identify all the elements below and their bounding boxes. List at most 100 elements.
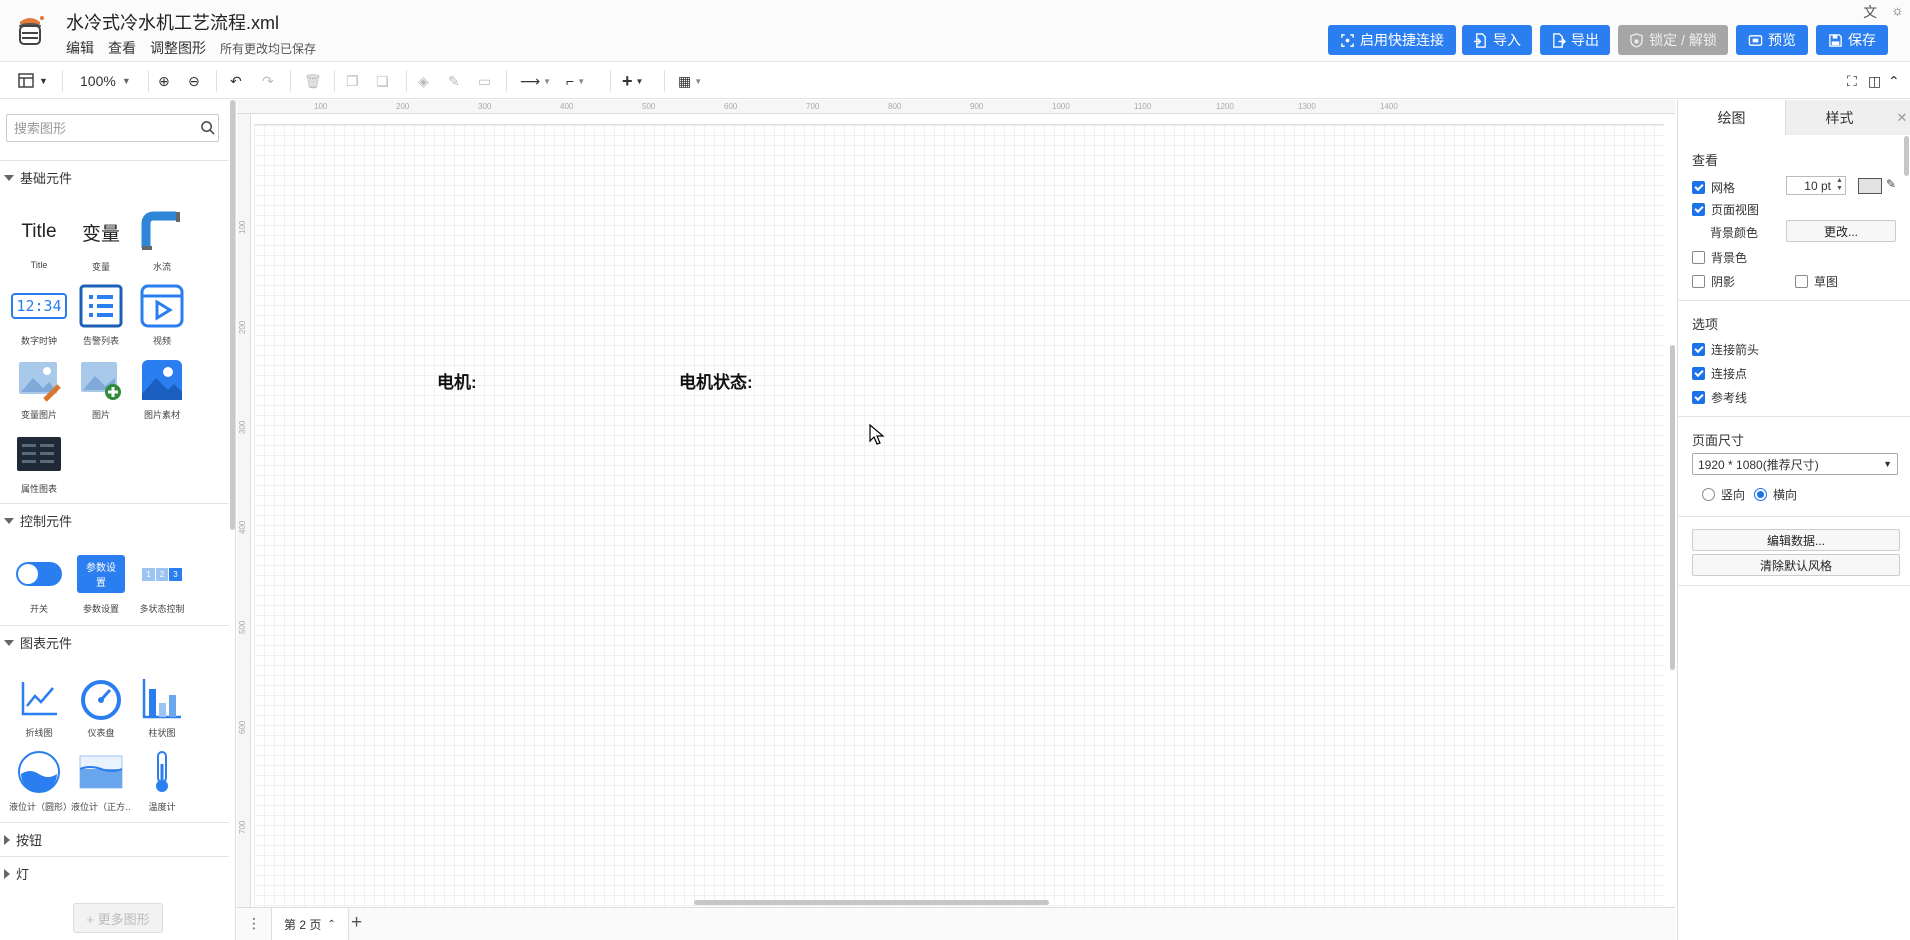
sidebar-scrollbar[interactable] — [230, 100, 235, 530]
page-view-option[interactable]: 页面视图 — [1692, 201, 1759, 218]
tab-diagram[interactable]: 绘图 — [1678, 100, 1785, 135]
diagram-canvas[interactable]: 100 200 300 400 500 600 700 800 900 1000 1100 1200 1… — [237, 100, 1675, 907]
theme-icon[interactable]: ☼ — [1891, 2, 1904, 22]
delete-button[interactable]: 🗑 — [304, 70, 322, 92]
redo-button[interactable]: ↷ — [262, 70, 274, 92]
grid-color-swatch[interactable] — [1858, 178, 1882, 194]
waypoints-button[interactable]: ⌐ ▼ — [566, 70, 585, 92]
background-option[interactable]: 背景色 — [1692, 249, 1747, 266]
connect-points-option[interactable]: 连接点 — [1692, 365, 1747, 382]
export-button[interactable]: 导出 — [1540, 25, 1610, 55]
quick-connect-button[interactable]: 启用快捷连接 — [1328, 25, 1456, 55]
tab-style[interactable]: 样式 — [1785, 100, 1893, 135]
background-checkbox[interactable] — [1692, 251, 1705, 264]
text-motor-label[interactable]: 电机: — [437, 368, 477, 393]
search-input[interactable] — [6, 114, 219, 142]
translate-icon[interactable]: 文 — [1863, 2, 1877, 22]
grid-checkbox[interactable] — [1692, 181, 1705, 194]
shadow-checkbox[interactable] — [1692, 275, 1705, 288]
shape-property-chart[interactable]: 属性图表 — [9, 430, 69, 495]
preview-button[interactable]: 预览 — [1736, 25, 1808, 55]
close-icon[interactable]: ✕ — [1893, 100, 1910, 135]
connect-points-checkbox[interactable] — [1692, 367, 1705, 380]
connect-arrows-option[interactable]: 连接箭头 — [1692, 341, 1759, 358]
section-chart[interactable]: 图表元件 — [0, 625, 229, 659]
shape-variable[interactable]: 变量 变量 — [71, 208, 131, 273]
landscape-radio[interactable] — [1754, 488, 1767, 501]
to-back-button[interactable]: ❏ — [376, 70, 389, 92]
page-tab-current[interactable]: 第 2 页 ⌃ — [271, 908, 349, 940]
section-light[interactable]: 灯 — [0, 856, 229, 890]
shape-variable-image[interactable]: 变量图片 — [9, 356, 69, 421]
shape-thermometer[interactable]: 温度计 — [132, 748, 192, 813]
search-icon[interactable] — [200, 120, 215, 135]
portrait-option[interactable]: 竖向 — [1702, 486, 1745, 503]
connect-arrows-checkbox[interactable] — [1692, 343, 1705, 356]
grid-option[interactable]: 网格 — [1692, 179, 1735, 196]
format-button[interactable]: ◫ — [1868, 70, 1881, 92]
text-motor-status-label[interactable]: 电机状态: — [679, 368, 753, 393]
shape-image-asset[interactable]: 图片素材 — [132, 356, 192, 421]
file-title[interactable]: 水冷式冷水机工艺流程.xml — [66, 9, 279, 35]
shape-level-circle[interactable]: 液位计（圆形） — [9, 748, 69, 813]
add-page-icon[interactable]: + — [351, 912, 362, 934]
shape-gauge[interactable]: 仪表盘 — [71, 674, 131, 739]
format-panel-toggle[interactable]: ▼ — [18, 70, 48, 92]
shape-level-square[interactable]: 液位计（正方… — [71, 748, 131, 813]
section-basic[interactable]: 基础元件 — [0, 160, 229, 194]
connection-button[interactable]: ⟶ ▼ — [520, 70, 551, 92]
canvas-grid[interactable] — [254, 125, 1664, 907]
zoom-select[interactable]: 100% ▼ — [80, 70, 131, 92]
pencil-icon[interactable]: ✎ — [1886, 177, 1896, 191]
menu-view[interactable]: 查看 — [108, 38, 136, 58]
insert-button[interactable]: + ▼ — [622, 70, 643, 92]
menu-edit[interactable]: 编辑 — [66, 38, 94, 58]
shape-switch[interactable]: 开关 — [9, 550, 69, 615]
shape-multi-state[interactable]: 1 2 3 多状态控制 — [132, 550, 192, 615]
section-control[interactable]: 控制元件 — [0, 503, 229, 537]
sketch-checkbox[interactable] — [1795, 275, 1808, 288]
page-view-checkbox[interactable] — [1692, 203, 1705, 216]
shape-digital-clock[interactable]: 12:34 数字时钟 — [9, 282, 69, 347]
line-color-button[interactable]: ✎ — [448, 70, 460, 92]
collapse-button[interactable]: ⌃ — [1888, 70, 1900, 92]
menu-arrange[interactable]: 调整图形 — [150, 38, 206, 58]
portrait-radio[interactable] — [1702, 488, 1715, 501]
fullscreen-button[interactable]: ⛶ — [1847, 70, 1857, 92]
table-button[interactable]: ▦ ▼ — [678, 70, 702, 92]
shape-line-chart[interactable]: 折线图 — [9, 674, 69, 739]
shadow-button[interactable]: ▭ — [478, 70, 491, 92]
import-button[interactable]: 导入 — [1462, 25, 1532, 55]
chevron-up-icon[interactable]: ⌃ — [327, 919, 335, 930]
lock-unlock-button[interactable]: 锁定 / 解锁 — [1618, 25, 1728, 55]
canvas-horizontal-scrollbar[interactable] — [694, 900, 1049, 905]
shape-title[interactable]: Title Title — [9, 208, 69, 270]
panel-scrollbar[interactable] — [1904, 136, 1909, 176]
section-button[interactable]: 按钮 — [0, 822, 229, 856]
shape-water-flow[interactable]: 水流 — [132, 208, 192, 273]
zoom-in-button[interactable]: ⊕ — [158, 70, 170, 92]
grid-size-stepper[interactable]: ▲ ▼ — [1836, 177, 1843, 193]
change-bg-button[interactable]: 更改... — [1786, 220, 1896, 242]
sketch-option[interactable]: 草图 — [1795, 273, 1838, 290]
page-menu-icon[interactable]: ⋮ — [247, 915, 261, 932]
edit-data-button[interactable]: 编辑数据... — [1692, 529, 1900, 551]
to-front-button[interactable]: ❐ — [346, 70, 359, 92]
save-button[interactable]: 保存 — [1816, 25, 1888, 55]
shape-alarm-list[interactable]: 告警列表 — [71, 282, 131, 347]
page-size-select[interactable]: 1920 * 1080(推荐尺寸) ▼ — [1692, 453, 1898, 475]
shape-image[interactable]: 图片 — [71, 356, 131, 421]
canvas-vertical-scrollbar[interactable] — [1670, 345, 1675, 670]
guides-option[interactable]: 参考线 — [1692, 389, 1747, 406]
shape-video[interactable]: 视频 — [132, 282, 192, 347]
undo-button[interactable]: ↶ — [230, 70, 242, 92]
shadow-option[interactable]: 阴影 — [1692, 273, 1735, 290]
fill-color-button[interactable]: ◈ — [418, 70, 429, 92]
clear-default-style-button[interactable]: 清除默认风格 — [1692, 554, 1900, 576]
more-shapes-button[interactable]: + 更多图形 — [73, 903, 163, 933]
landscape-option[interactable]: 横向 — [1754, 486, 1797, 503]
shape-bar-chart[interactable]: 柱状图 — [132, 674, 192, 739]
zoom-out-button[interactable]: ⊖ — [188, 70, 200, 92]
guides-checkbox[interactable] — [1692, 391, 1705, 404]
shape-param-setting[interactable]: 参数设置 参数设置 — [71, 550, 131, 615]
